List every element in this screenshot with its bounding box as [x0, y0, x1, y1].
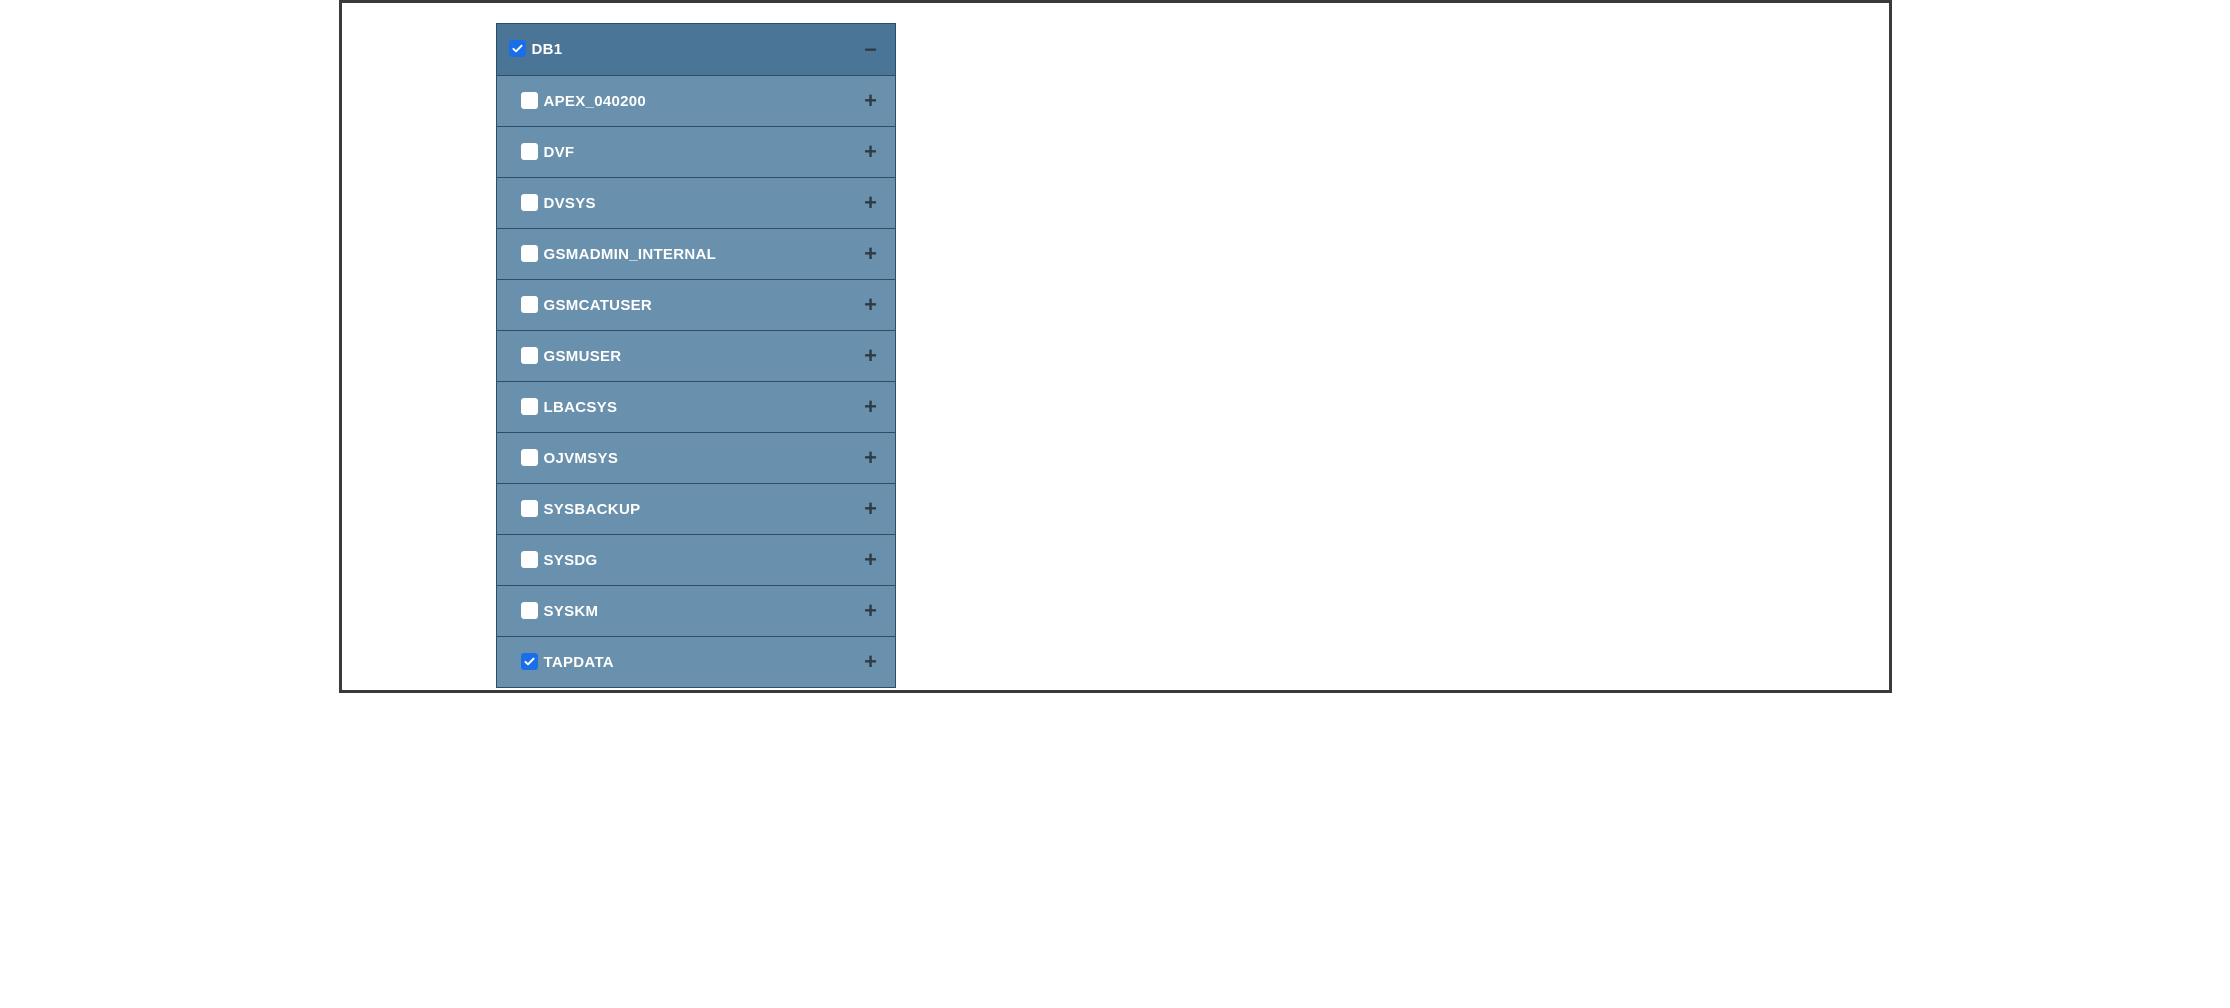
check-icon — [511, 42, 524, 55]
collapse-icon[interactable]: − — [863, 39, 879, 61]
tree-child-row[interactable]: GSMADMIN_INTERNAL + — [497, 228, 895, 279]
tree-child-label: DVSYS — [544, 195, 863, 212]
tree-child-row[interactable]: GSMCATUSER + — [497, 279, 895, 330]
tree-child-label: DVF — [544, 144, 863, 161]
checkbox-gsmcatuser[interactable] — [521, 296, 538, 313]
checkbox-tapdata[interactable] — [521, 653, 538, 670]
tree-child-label: TAPDATA — [544, 654, 863, 671]
expand-icon[interactable]: + — [863, 243, 879, 265]
expand-icon[interactable]: + — [863, 447, 879, 469]
tree-child-label: SYSBACKUP — [544, 501, 863, 518]
expand-icon[interactable]: + — [863, 141, 879, 163]
expand-icon[interactable]: + — [863, 651, 879, 673]
tree-root-label: DB1 — [532, 41, 863, 58]
checkbox-db1[interactable] — [509, 40, 526, 57]
checkbox-lbacsys[interactable] — [521, 398, 538, 415]
tree-child-row[interactable]: SYSKM + — [497, 585, 895, 636]
expand-icon[interactable]: + — [863, 600, 879, 622]
expand-icon[interactable]: + — [863, 549, 879, 571]
checkbox-sysdg[interactable] — [521, 551, 538, 568]
tree-child-label: GSMCATUSER — [544, 297, 863, 314]
tree-child-label: SYSDG — [544, 552, 863, 569]
expand-icon[interactable]: + — [863, 294, 879, 316]
checkbox-ojvmsys[interactable] — [521, 449, 538, 466]
tree-child-label: APEX_040200 — [544, 93, 863, 110]
checkbox-syskm[interactable] — [521, 602, 538, 619]
checkbox-gsmuser[interactable] — [521, 347, 538, 364]
tree-child-row[interactable]: APEX_040200 + — [497, 75, 895, 126]
expand-icon[interactable]: + — [863, 396, 879, 418]
checkbox-dvsys[interactable] — [521, 194, 538, 211]
tree-child-row[interactable]: LBACSYS + — [497, 381, 895, 432]
tree-child-label: LBACSYS — [544, 399, 863, 416]
tree-child-row[interactable]: SYSBACKUP + — [497, 483, 895, 534]
tree-child-row[interactable]: DVF + — [497, 126, 895, 177]
tree-child-label: GSMADMIN_INTERNAL — [544, 246, 863, 263]
check-icon — [523, 655, 536, 668]
checkbox-gsmadmin-internal[interactable] — [521, 245, 538, 262]
tree-child-row[interactable]: OJVMSYS + — [497, 432, 895, 483]
expand-icon[interactable]: + — [863, 90, 879, 112]
tree-child-label: SYSKM — [544, 603, 863, 620]
expand-icon[interactable]: + — [863, 345, 879, 367]
tree-child-row[interactable]: DVSYS + — [497, 177, 895, 228]
app-frame: DB1 − APEX_040200 + DVF + DVSYS + — [339, 0, 1892, 693]
tree-root-row[interactable]: DB1 − — [497, 24, 895, 75]
checkbox-apex-040200[interactable] — [521, 92, 538, 109]
schema-tree-panel: DB1 − APEX_040200 + DVF + DVSYS + — [496, 23, 896, 688]
tree-child-row[interactable]: TAPDATA + — [497, 636, 895, 687]
checkbox-dvf[interactable] — [521, 143, 538, 160]
expand-icon[interactable]: + — [863, 192, 879, 214]
tree-child-row[interactable]: GSMUSER + — [497, 330, 895, 381]
checkbox-sysbackup[interactable] — [521, 500, 538, 517]
tree-child-row[interactable]: SYSDG + — [497, 534, 895, 585]
expand-icon[interactable]: + — [863, 498, 879, 520]
tree-child-label: OJVMSYS — [544, 450, 863, 467]
tree-child-label: GSMUSER — [544, 348, 863, 365]
